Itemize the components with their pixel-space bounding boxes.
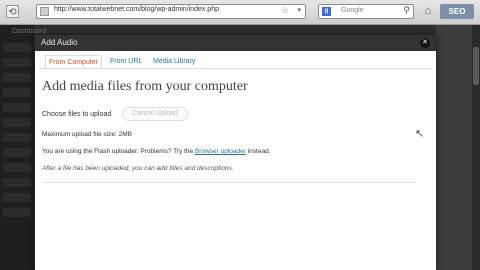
modal-title-bar: Add Audio ✕: [35, 35, 436, 51]
scrollbar-thumb[interactable]: [473, 47, 479, 85]
sidebar-item[interactable]: [3, 163, 31, 172]
flash-notice-prefix: You are using the Flash uploader. Proble…: [42, 148, 195, 155]
page-title: Add media files from your computer: [42, 79, 248, 94]
sidebar-item[interactable]: [3, 148, 31, 157]
mouse-cursor-icon: ↖: [415, 128, 425, 140]
admin-sidebar: [0, 25, 34, 270]
sidebar-item[interactable]: [3, 58, 31, 67]
search-icon[interactable]: ⚲: [403, 5, 410, 16]
sidebar-item[interactable]: [3, 133, 31, 142]
sidebar-item[interactable]: [3, 73, 31, 82]
sidebar-item[interactable]: [3, 118, 31, 127]
address-bar[interactable]: http://www.totalwebnet.com/blog/wp-admin…: [36, 4, 306, 19]
home-icon[interactable]: ⌂: [420, 4, 436, 19]
bookmark-star-icon[interactable]: ☆: [281, 5, 289, 16]
cancel-upload-button[interactable]: Cancel Upload: [122, 107, 188, 121]
chevron-down-icon[interactable]: ▾: [297, 6, 301, 14]
after-upload-hint: After a file has been uploaded, you can …: [42, 165, 234, 172]
admin-header-text: Dashboard: [12, 28, 47, 35]
sidebar-item[interactable]: [3, 208, 31, 217]
tab-divider: [39, 68, 432, 69]
page-scrollbar[interactable]: [472, 25, 480, 270]
browser-uploader-link[interactable]: Browser uploader: [195, 148, 246, 155]
modal-title: Add Audio: [41, 38, 78, 47]
url-text[interactable]: http://www.totalwebnet.com/blog/wp-admin…: [54, 6, 219, 13]
favicon-icon: [40, 7, 49, 16]
browser-toolbar: ⟲ http://www.totalwebnet.com/blog/wp-adm…: [0, 0, 480, 25]
sidebar-item[interactable]: [3, 43, 31, 52]
tab-from-url[interactable]: From URL: [107, 55, 145, 69]
sidebar-item[interactable]: [3, 193, 31, 202]
flash-notice-suffix: instead.: [245, 148, 271, 155]
search-bar[interactable]: g Google ⚲: [318, 4, 414, 19]
close-icon[interactable]: ✕: [420, 38, 430, 48]
tab-from-computer[interactable]: From Computer: [45, 55, 103, 69]
flash-uploader-notice: You are using the Flash uploader. Proble…: [42, 148, 271, 155]
seo-addon-button[interactable]: SEO: [440, 4, 474, 19]
sidebar-item[interactable]: [3, 103, 31, 112]
tab-media-library[interactable]: Media Library: [150, 55, 198, 69]
google-icon[interactable]: g: [322, 7, 331, 16]
history-icon[interactable]: ⟲: [6, 5, 19, 18]
sidebar-item[interactable]: [3, 88, 31, 97]
search-placeholder[interactable]: Google: [341, 7, 364, 14]
sidebar-item[interactable]: [3, 178, 31, 187]
content-divider: [42, 182, 416, 183]
choose-files-label: Choose files to upload: [42, 111, 112, 118]
add-audio-modal: Add Audio ✕ From Computer From URL Media…: [35, 35, 436, 270]
max-upload-size: Maximum upload file size: 2MB: [42, 131, 132, 138]
